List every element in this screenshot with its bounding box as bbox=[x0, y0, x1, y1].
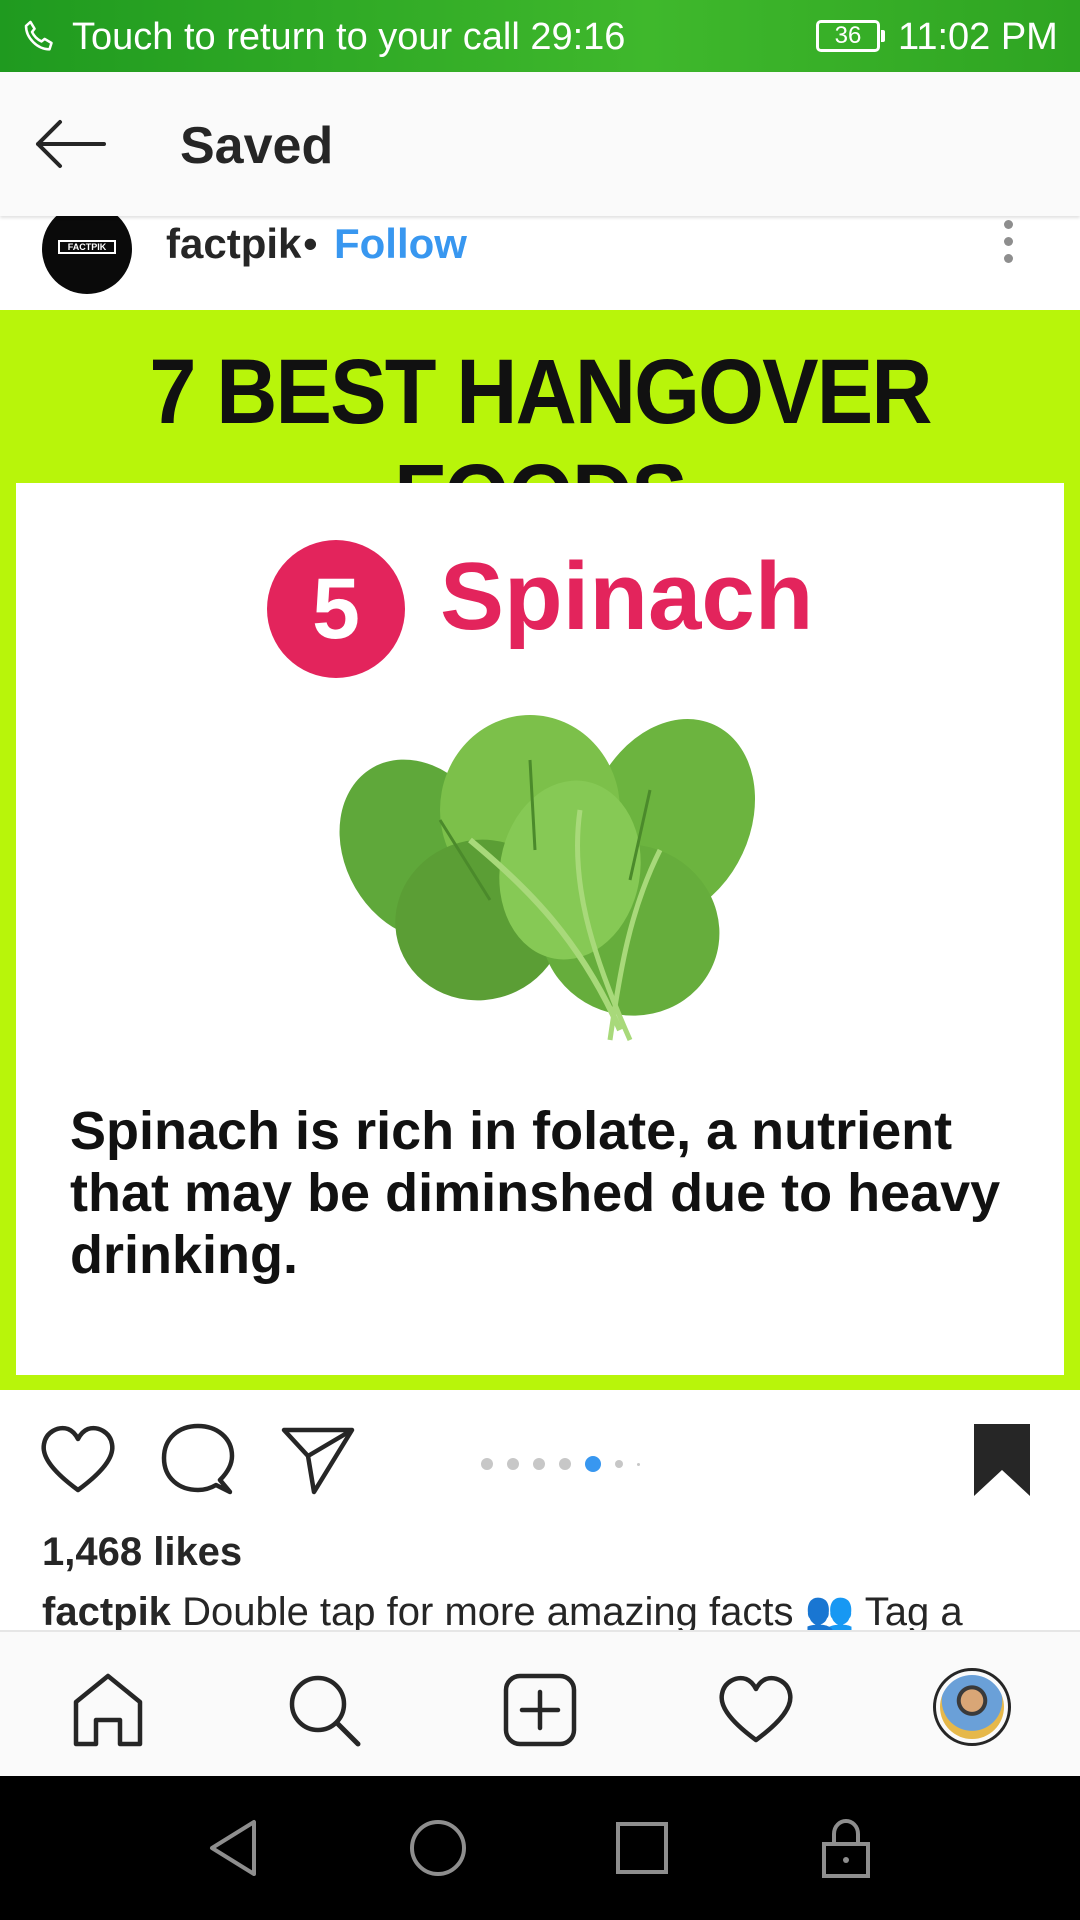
follow-button[interactable]: Follow bbox=[334, 220, 467, 268]
status-bar[interactable]: Touch to return to your call 29:16 36 11… bbox=[0, 0, 1080, 72]
carousel-dot-active bbox=[585, 1456, 601, 1472]
share-icon[interactable] bbox=[278, 1420, 358, 1500]
clock: 11:02 PM bbox=[898, 16, 1058, 58]
post-author-username[interactable]: factpik bbox=[166, 220, 301, 268]
carousel-dot bbox=[481, 1458, 493, 1470]
recents-square-icon[interactable] bbox=[606, 1812, 678, 1884]
back-arrow-icon[interactable] bbox=[30, 112, 110, 176]
carousel-dot bbox=[533, 1458, 545, 1470]
carousel-indicator bbox=[474, 1454, 647, 1474]
post-header: FACTPIK factpik • Follow bbox=[0, 204, 1080, 310]
home-circle-icon[interactable] bbox=[402, 1812, 474, 1884]
add-icon[interactable] bbox=[500, 1670, 580, 1750]
item-name: Spinach bbox=[440, 543, 814, 650]
more-options-icon[interactable] bbox=[998, 212, 1018, 272]
search-icon[interactable] bbox=[284, 1670, 364, 1750]
page-title: Saved bbox=[180, 117, 334, 175]
post-caption[interactable]: factpik Double tap for more amazing fact… bbox=[42, 1588, 1052, 1632]
post-image[interactable]: 7 BEST HANGOVER FOODS 5 Spinach Spinach … bbox=[0, 310, 1080, 1390]
back-triangle-icon[interactable] bbox=[198, 1812, 270, 1884]
return-to-call-text[interactable]: Touch to return to your call 29:16 bbox=[72, 16, 625, 59]
activity-heart-icon[interactable] bbox=[716, 1670, 796, 1750]
heart-icon[interactable] bbox=[38, 1420, 118, 1500]
profile-avatar[interactable] bbox=[933, 1668, 1011, 1746]
comment-icon[interactable] bbox=[158, 1420, 238, 1500]
factpik-logo: FACTPIK bbox=[58, 240, 116, 254]
carousel-dot bbox=[615, 1460, 623, 1468]
lock-icon[interactable] bbox=[810, 1812, 882, 1884]
separator-dot: • bbox=[303, 220, 318, 267]
profile-picture bbox=[940, 1675, 1004, 1739]
battery-icon: 36 bbox=[816, 20, 885, 52]
spinach-illustration bbox=[339, 715, 756, 1042]
caption-username[interactable]: factpik bbox=[42, 1590, 171, 1632]
battery-level: 36 bbox=[834, 22, 862, 49]
bottom-navigation bbox=[0, 1630, 1080, 1776]
top-app-bar: Saved bbox=[0, 72, 1080, 216]
bookmark-icon[interactable] bbox=[962, 1420, 1042, 1500]
likes-count[interactable]: 1,468 likes bbox=[42, 1530, 242, 1575]
system-navigation-bar bbox=[0, 1776, 1080, 1920]
carousel-dot bbox=[559, 1458, 571, 1470]
post-actions bbox=[0, 1390, 1080, 1530]
post-author-avatar[interactable]: FACTPIK bbox=[42, 204, 132, 294]
carousel-dot bbox=[637, 1462, 640, 1466]
item-number-badge: 5 bbox=[267, 540, 405, 678]
home-icon[interactable] bbox=[68, 1670, 148, 1750]
image-description: Spinach is rich in folate, a nutrient th… bbox=[70, 1101, 1001, 1285]
phone-icon bbox=[24, 20, 53, 51]
carousel-dot bbox=[507, 1458, 519, 1470]
caption-text: Double tap for more amazing facts 👥 Tag … bbox=[182, 1590, 963, 1632]
